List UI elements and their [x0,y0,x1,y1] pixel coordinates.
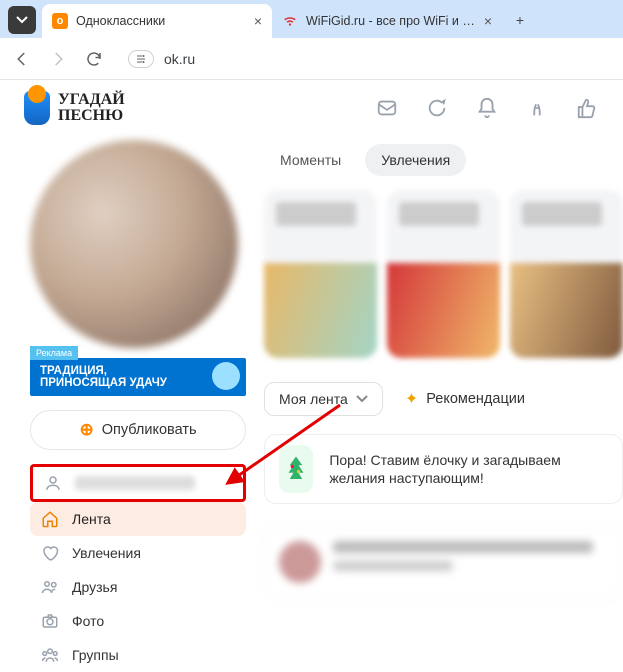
feed-post[interactable] [264,526,623,598]
reload-icon [85,50,103,68]
site-settings-chip[interactable] [128,50,154,68]
sidebar-item-groups[interactable]: Группы [30,638,246,672]
hobby-card[interactable] [510,190,623,358]
feed-selector-label: Моя лента [279,391,348,407]
browser-tab-ok[interactable]: o Одноклассники × [42,4,272,38]
banner-text: Пора! Ставим ёлочку и загадываем желания… [329,451,608,487]
browser-tab-wifigid[interactable]: WiFiGid.ru - все про WiFi и без… × [272,4,502,38]
sidebar-menu: Лента Увлечения Друзья Фото [30,464,246,672]
new-tab-button[interactable]: + [506,6,534,34]
back-button[interactable] [12,49,32,69]
promo-text: ТРАДИЦИЯ, ПРИНОСЯЩАЯ УДАЧУ [40,365,167,389]
arrow-right-icon [49,50,67,68]
person-icon [43,473,63,493]
browser-toolbar: ok.ru [0,38,623,80]
plus-icon: ⊕ [79,420,93,440]
likes-icon[interactable] [575,96,599,120]
tab-list-button[interactable] [8,6,36,34]
sidebar-item-photo[interactable]: Фото [30,604,246,638]
left-column: Реклама ТРАДИЦИЯ, ПРИНОСЯЩАЯ УДАЧУ ⊕ Опу… [30,140,246,646]
hobby-card[interactable] [264,190,377,358]
home-icon [40,509,60,529]
sidebar-item-friends[interactable]: Друзья [30,570,246,604]
recommendations-link[interactable]: ✦ Рекомендации [405,389,525,409]
groups-icon [40,645,60,665]
main-column: Моменты Увлечения Моя лента ✦ Рекомендац… [264,140,623,646]
sidebar-item-feed[interactable]: Лента [30,502,246,536]
hobby-cards [264,190,623,358]
tab-title: WiFiGid.ru - все про WiFi и без… [306,14,476,28]
recommendations-label: Рекомендации [426,391,525,407]
site-header: УГАДАЙ ПЕСНЮ [0,80,623,136]
promo-graphic [212,362,240,390]
microphone-icon [24,91,50,125]
hobby-card[interactable] [387,190,500,358]
feed-controls: Моя лента ✦ Рекомендации [264,382,623,416]
content-tabs: Моменты Увлечения [264,144,623,176]
address-bar[interactable]: ok.ru [120,50,611,68]
heart-icon [40,543,60,563]
wifi-favicon [282,13,298,29]
publish-button[interactable]: ⊕ Опубликовать [30,410,246,450]
discussions-icon[interactable] [425,96,449,120]
profile-name-blurred [75,476,195,490]
guests-icon[interactable] [525,96,549,120]
ok-favicon: o [52,13,68,29]
notifications-icon[interactable] [475,96,499,120]
sidebar-item-label: Увлечения [72,545,141,561]
close-tab-icon[interactable]: × [484,13,492,29]
post-header [333,541,593,583]
promo-banner[interactable]: Реклама ТРАДИЦИЯ, ПРИНОСЯЩАЯ УДАЧУ [30,358,246,396]
url-text: ok.ru [164,51,195,67]
site-logo[interactable]: УГАДАЙ ПЕСНЮ [24,91,125,125]
browser-tab-strip: o Одноклассники × WiFiGid.ru - все про W… [0,0,623,38]
chevron-down-icon [356,393,368,405]
arrow-left-icon [13,50,31,68]
logo-line1: УГАДАЙ [58,92,125,108]
camera-icon [40,611,60,631]
tab-hobbies[interactable]: Увлечения [365,144,466,176]
reload-button[interactable] [84,49,104,69]
ad-label: Реклама [30,346,78,360]
tab-title: Одноклассники [76,14,246,28]
friends-icon [40,577,60,597]
sidebar-item-label: Лента [72,511,111,527]
tree-icon [279,445,313,493]
close-tab-icon[interactable]: × [254,13,262,29]
messages-icon[interactable] [375,96,399,120]
forward-button[interactable] [48,49,68,69]
sidebar-item-profile[interactable] [30,464,246,502]
chevron-down-icon [16,14,28,26]
profile-avatar[interactable] [30,140,238,348]
post-avatar [279,541,321,583]
holiday-banner[interactable]: Пора! Ставим ёлочку и загадываем желания… [264,434,623,504]
sidebar-item-label: Друзья [72,579,117,595]
page-content: Реклама ТРАДИЦИЯ, ПРИНОСЯЩАЯ УДАЧУ ⊕ Опу… [0,140,623,646]
feed-selector[interactable]: Моя лента [264,382,383,416]
sidebar-item-label: Группы [72,647,119,663]
sparkle-icon: ✦ [405,389,418,409]
publish-label: Опубликовать [102,422,197,438]
sidebar-item-label: Фото [72,613,104,629]
tab-moments[interactable]: Моменты [264,144,357,176]
logo-line2: ПЕСНЮ [58,108,125,124]
sidebar-item-hobbies[interactable]: Увлечения [30,536,246,570]
tune-icon [135,53,147,65]
